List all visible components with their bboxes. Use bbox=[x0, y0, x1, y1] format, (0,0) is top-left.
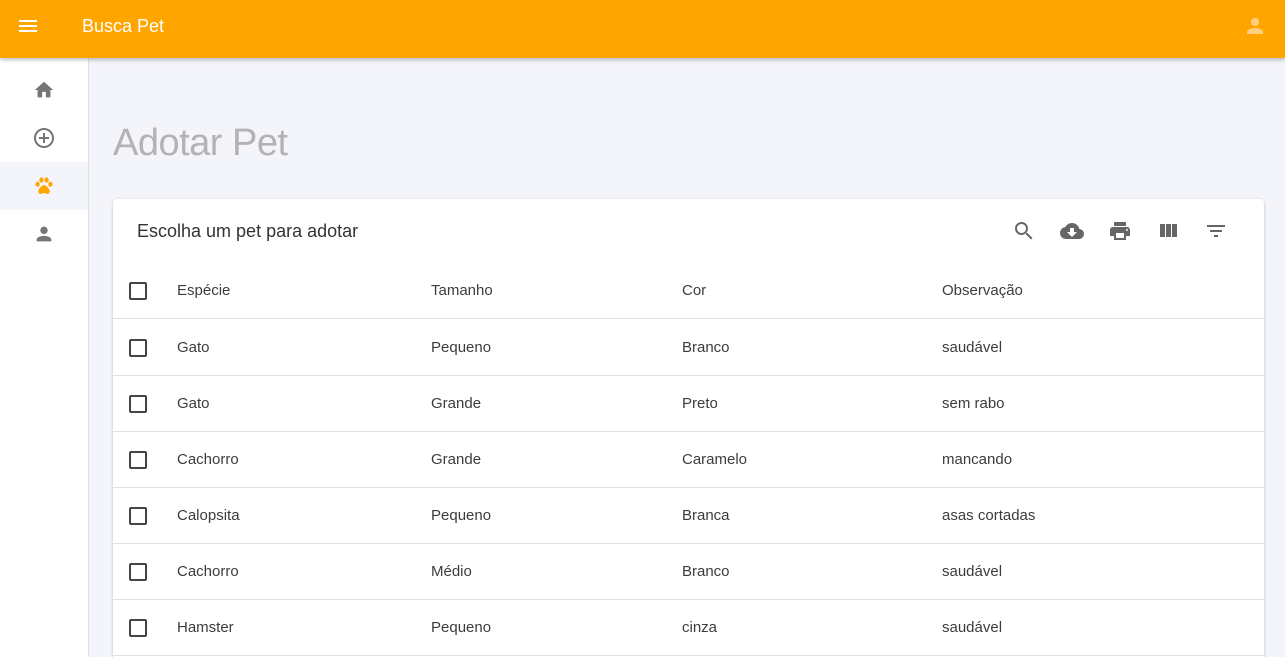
cell-cor: Preto bbox=[682, 395, 718, 412]
cell-observacao: asas cortadas bbox=[942, 507, 1036, 524]
cell-especie: Hamster bbox=[177, 619, 234, 636]
row-checkbox[interactable] bbox=[129, 507, 147, 525]
sidebar-item-add[interactable] bbox=[0, 114, 88, 162]
home-icon bbox=[34, 81, 54, 98]
menu-icon bbox=[19, 20, 37, 32]
row-checkbox[interactable] bbox=[129, 563, 147, 581]
column-header-tamanho[interactable]: Tamanho bbox=[431, 263, 493, 319]
row-checkbox[interactable] bbox=[129, 395, 147, 413]
table-row[interactable]: Cachorro Grande Caramelo mancando bbox=[113, 432, 1264, 488]
search-button[interactable] bbox=[1012, 219, 1036, 243]
filter-button[interactable] bbox=[1204, 219, 1228, 243]
row-checkbox[interactable] bbox=[129, 451, 147, 469]
pets-table-card: Escolha um pet para adotar Espécie Taman… bbox=[113, 199, 1264, 657]
app-bar: Busca Pet bbox=[0, 0, 1285, 58]
cell-especie: Calopsita bbox=[177, 507, 240, 524]
cell-tamanho: Pequeno bbox=[431, 339, 492, 356]
cell-especie: Gato bbox=[177, 395, 210, 412]
cell-cor: Branco bbox=[682, 563, 730, 580]
columns-button[interactable] bbox=[1156, 219, 1180, 243]
cell-especie: Cachorro bbox=[177, 451, 239, 468]
cell-tamanho: Grande bbox=[431, 395, 482, 412]
cell-observacao: sem rabo bbox=[942, 395, 1005, 412]
table-row[interactable]: Gato Pequeno Branco saudável bbox=[113, 320, 1264, 376]
column-header-cor[interactable]: Cor bbox=[682, 263, 706, 319]
column-header-especie[interactable]: Espécie bbox=[177, 263, 230, 319]
cell-tamanho: Pequeno bbox=[431, 619, 492, 636]
cell-cor: Branco bbox=[682, 339, 730, 356]
search-icon bbox=[1015, 222, 1033, 240]
cell-tamanho: Grande bbox=[431, 451, 482, 468]
print-icon bbox=[1110, 222, 1130, 240]
page-title: Adotar Pet bbox=[113, 122, 288, 164]
cell-cor: Branca bbox=[682, 507, 730, 524]
select-all-checkbox[interactable] bbox=[129, 282, 147, 300]
cell-observacao: mancando bbox=[942, 451, 1013, 468]
table-row[interactable]: Cachorro Médio Branco saudável bbox=[113, 544, 1264, 600]
menu-button[interactable] bbox=[14, 12, 42, 40]
paw-icon bbox=[35, 177, 53, 194]
app-title: Busca Pet bbox=[82, 16, 165, 36]
table-row[interactable]: Calopsita Pequeno Branca asas cortadas bbox=[113, 488, 1264, 544]
table-row[interactable]: Hamster Pequeno cinza saudável bbox=[113, 600, 1264, 656]
column-header-observacao[interactable]: Observação bbox=[942, 263, 1023, 319]
download-icon bbox=[1060, 223, 1084, 239]
cell-tamanho: Médio bbox=[431, 563, 472, 580]
cell-observacao: saudável bbox=[942, 619, 1003, 636]
columns-icon bbox=[1160, 224, 1177, 237]
cell-observacao: saudável bbox=[942, 563, 1003, 580]
sidebar bbox=[0, 58, 89, 657]
table-title: Escolha um pet para adotar bbox=[137, 221, 359, 241]
account-button[interactable] bbox=[1243, 14, 1267, 38]
cell-especie: Cachorro bbox=[177, 563, 239, 580]
person-icon bbox=[36, 226, 52, 242]
add-circle-icon bbox=[34, 128, 54, 148]
cell-observacao: saudável bbox=[942, 339, 1003, 356]
sidebar-item-profile[interactable] bbox=[0, 210, 88, 258]
account-icon bbox=[1247, 18, 1263, 34]
cell-cor: cinza bbox=[682, 619, 718, 636]
cell-especie: Gato bbox=[177, 339, 210, 356]
print-button[interactable] bbox=[1108, 219, 1132, 243]
table-header-row: Espécie Tamanho Cor Observação bbox=[113, 263, 1264, 319]
cell-cor: Caramelo bbox=[682, 451, 748, 468]
filter-icon bbox=[1207, 225, 1225, 237]
sidebar-item-home[interactable] bbox=[0, 66, 88, 114]
row-checkbox[interactable] bbox=[129, 339, 147, 357]
sidebar-item-adopt[interactable] bbox=[0, 162, 88, 210]
download-button[interactable] bbox=[1060, 219, 1084, 243]
table-row[interactable]: Gato Grande Preto sem rabo bbox=[113, 376, 1264, 432]
row-checkbox[interactable] bbox=[129, 619, 147, 637]
cell-tamanho: Pequeno bbox=[431, 507, 492, 524]
